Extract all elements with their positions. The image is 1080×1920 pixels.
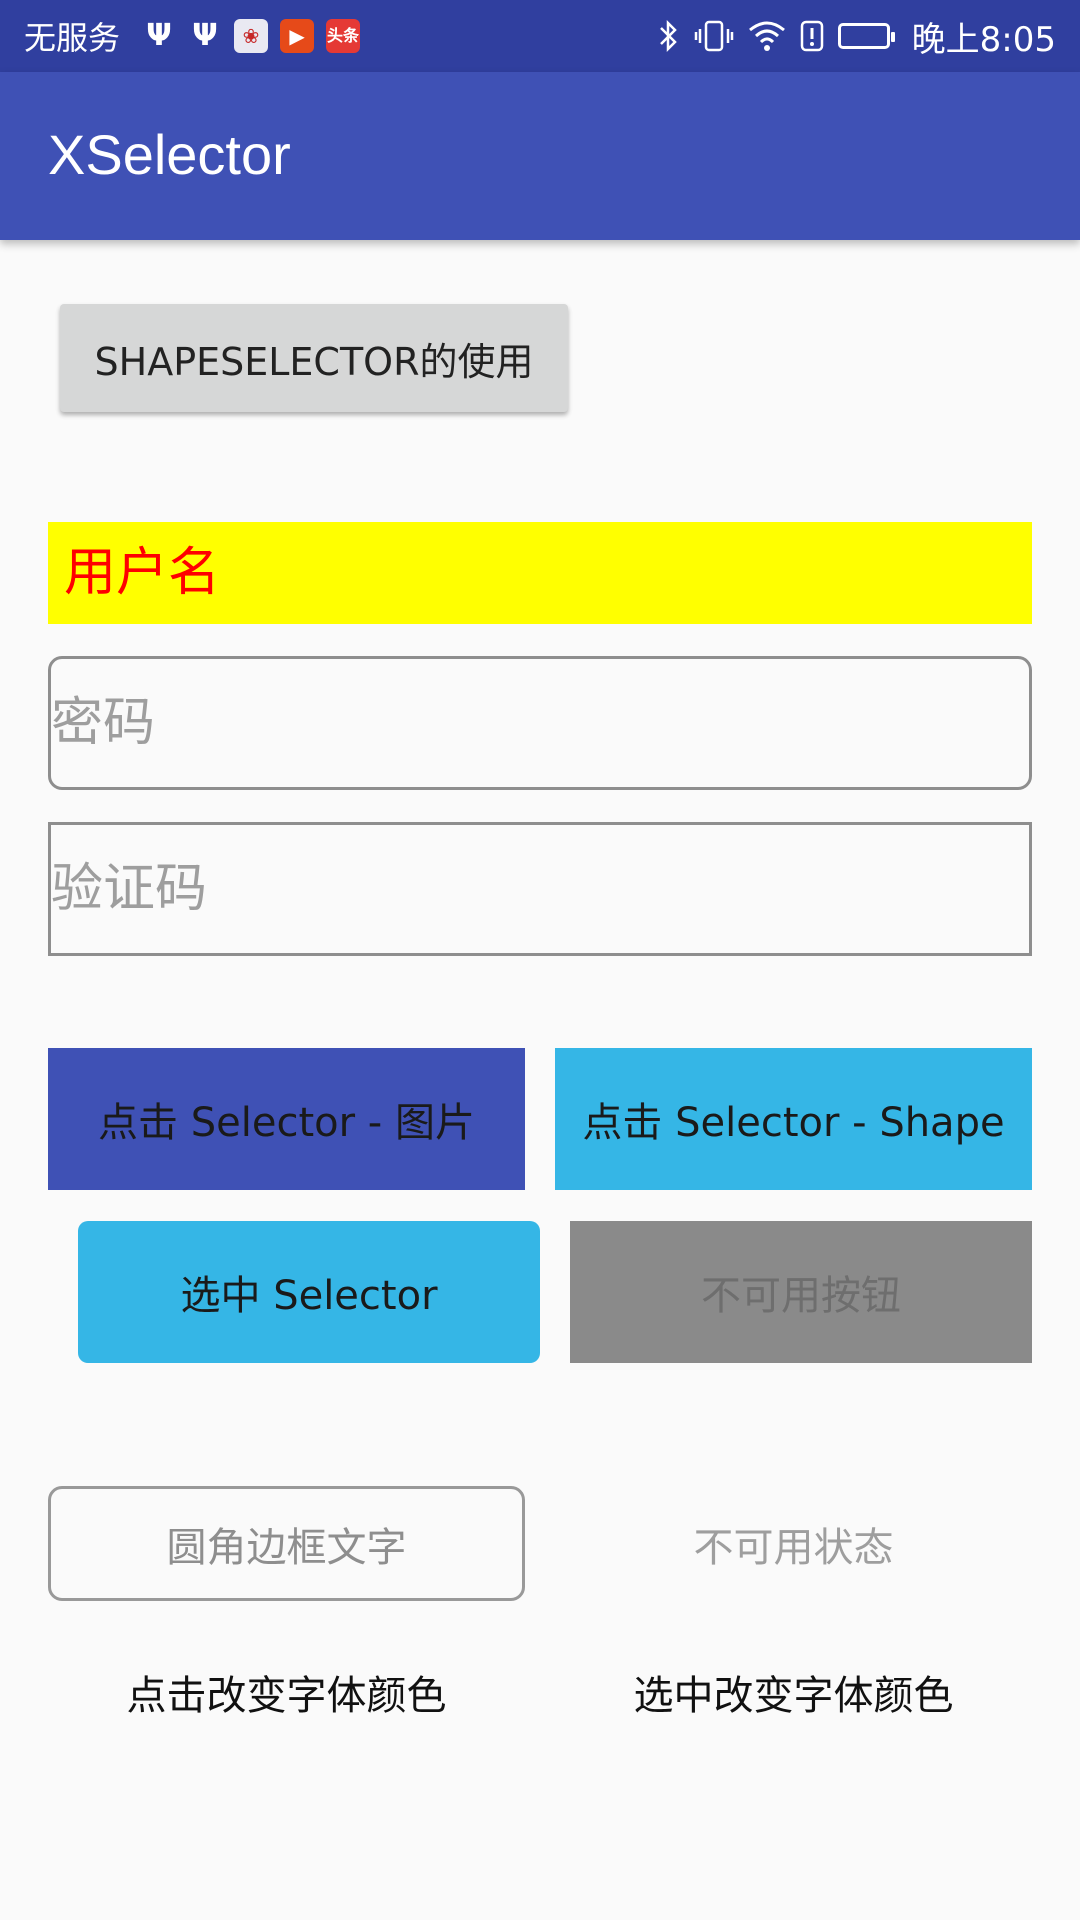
status-right: 晚上8:05 — [644, 0, 1056, 72]
click-change-font-color-text[interactable]: 点击改变字体颜色 — [48, 1660, 525, 1724]
battery-icon — [837, 23, 895, 49]
shape-selector-button[interactable]: SHAPESELECTOR的使用 — [60, 304, 568, 412]
bluetooth-icon — [658, 19, 680, 53]
captcha-field[interactable]: 验证码 — [48, 822, 1032, 956]
rounded-border-text[interactable]: 圆角边框文字 — [48, 1486, 525, 1601]
click-selector-image-button[interactable]: 点击 Selector - 图片 — [48, 1048, 525, 1190]
status-left: 无服务 Ψ Ψ ❀ ▶ 头条 — [24, 0, 372, 72]
alert-icon — [800, 19, 824, 53]
usb-icon: Ψ — [192, 18, 218, 53]
usb-icon: Ψ — [146, 18, 172, 53]
news-app-icon: 头条 — [326, 19, 361, 53]
app-bar: XSelector — [0, 72, 1080, 240]
username-field[interactable]: 用户名 — [48, 522, 1032, 624]
select-selector-button[interactable]: 选中 Selector — [78, 1221, 540, 1363]
battery-level — [837, 23, 895, 49]
vibrate-icon — [694, 19, 734, 53]
status-bar: 无服务 Ψ Ψ ❀ ▶ 头条 晚上8:05 — [0, 0, 1080, 72]
disabled-button: 不可用按钮 — [570, 1221, 1032, 1363]
app-title: XSelector — [48, 123, 291, 186]
wifi-icon — [748, 20, 786, 52]
carrier-label: 无服务 — [24, 19, 121, 57]
password-field[interactable]: 密码 — [48, 656, 1032, 790]
video-app-icon: ▶ — [280, 19, 315, 53]
disabled-state-text: 不可用状态 — [693, 1524, 894, 1571]
click-selector-shape-button[interactable]: 点击 Selector - Shape — [555, 1048, 1032, 1190]
huawei-app-icon: ❀ — [234, 19, 269, 53]
select-change-font-color-text[interactable]: 选中改变字体颜色 — [555, 1660, 1032, 1724]
clock-time: 晚上8:05 — [911, 19, 1056, 60]
